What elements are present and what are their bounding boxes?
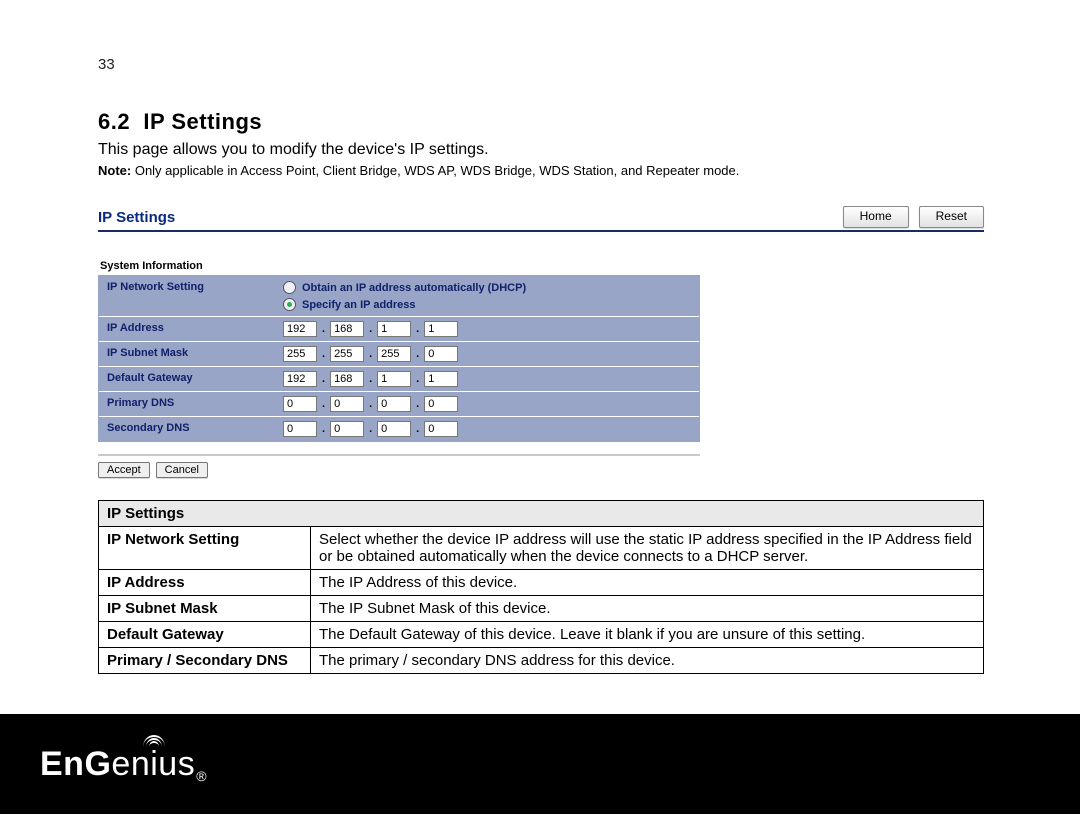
row-ip-network-setting: IP Network Setting Obtain an IP address … (99, 276, 699, 317)
section-heading: 6.2 IP Settings (98, 109, 984, 135)
ip-octet-input[interactable] (377, 396, 411, 412)
description-table: IP Settings IP Network Setting Select wh… (98, 500, 984, 674)
page-number: 33 (98, 56, 984, 73)
row-value: . . . (275, 342, 699, 366)
doc-val: The IP Subnet Mask of this device. (311, 596, 984, 622)
row-secondary-dns: Secondary DNS . . . (99, 417, 699, 441)
dot-separator: . (411, 398, 424, 410)
dot-separator: . (317, 373, 330, 385)
doc-val: The Default Gateway of this device. Leav… (311, 622, 984, 648)
brand-logo: EnGeni us® (40, 745, 207, 784)
section-number: 6.2 (98, 109, 130, 134)
radio-static[interactable]: Specify an IP address (283, 297, 691, 312)
radio-icon (283, 281, 296, 294)
ip-octet-input[interactable] (424, 346, 458, 362)
ip-octet-input[interactable] (283, 396, 317, 412)
radio-label: Specify an IP address (302, 299, 416, 311)
dot-separator: . (364, 323, 377, 335)
dot-separator: . (317, 323, 330, 335)
doc-key: IP Subnet Mask (99, 596, 311, 622)
dot-separator: . (364, 373, 377, 385)
section-lead: This page allows you to modify the devic… (98, 141, 984, 159)
action-bar: Accept Cancel (98, 454, 700, 478)
table-row: IP Subnet Mask The IP Subnet Mask of thi… (99, 596, 984, 622)
radio-icon (283, 298, 296, 311)
radio-label: Obtain an IP address automatically (DHCP… (302, 282, 526, 294)
row-label: Default Gateway (99, 367, 275, 391)
radio-dhcp[interactable]: Obtain an IP address automatically (DHCP… (283, 280, 691, 295)
doc-val: The IP Address of this device. (311, 570, 984, 596)
row-value: . . . (275, 417, 699, 441)
accept-button[interactable]: Accept (98, 462, 150, 478)
table-row: IP Address The IP Address of this device… (99, 570, 984, 596)
row-ip-address: IP Address . . . (99, 317, 699, 342)
row-label: IP Network Setting (99, 276, 275, 316)
doc-val: Select whether the device IP address wil… (311, 527, 984, 570)
ip-octet-input[interactable] (330, 421, 364, 437)
doc-val: The primary / secondary DNS address for … (311, 648, 984, 674)
row-label: IP Address (99, 317, 275, 341)
ip-octet-input[interactable] (377, 321, 411, 337)
ip-octet-input[interactable] (283, 371, 317, 387)
row-primary-dns: Primary DNS . . . (99, 392, 699, 417)
row-label: Secondary DNS (99, 417, 275, 441)
note-label: Note: (98, 163, 131, 178)
settings-grid: IP Network Setting Obtain an IP address … (98, 275, 700, 442)
doc-key: Primary / Secondary DNS (99, 648, 311, 674)
row-subnet-mask: IP Subnet Mask . . . (99, 342, 699, 367)
dot-separator: . (411, 348, 424, 360)
row-value: . . . (275, 367, 699, 391)
row-value: . . . (275, 317, 699, 341)
dot-separator: . (411, 323, 424, 335)
system-information-label: System Information (100, 260, 984, 272)
ip-octet-input[interactable] (424, 396, 458, 412)
dot-separator: . (364, 423, 377, 435)
table-row: Primary / Secondary DNS The primary / se… (99, 648, 984, 674)
doc-key: IP Network Setting (99, 527, 311, 570)
ip-octet-input[interactable] (377, 371, 411, 387)
row-value: Obtain an IP address automatically (DHCP… (275, 276, 699, 316)
ip-octet-input[interactable] (330, 346, 364, 362)
dot-separator: . (317, 398, 330, 410)
row-value: . . . (275, 392, 699, 416)
ip-octet-input[interactable] (283, 346, 317, 362)
panel-buttons: Home Reset (843, 206, 984, 228)
page-footer: EnGeni us® (0, 714, 1080, 814)
row-label: IP Subnet Mask (99, 342, 275, 366)
ip-octet-input[interactable] (330, 396, 364, 412)
ip-octet-input[interactable] (283, 421, 317, 437)
panel-title: IP Settings (98, 209, 175, 226)
ip-octet-input[interactable] (424, 371, 458, 387)
ip-octet-input[interactable] (330, 321, 364, 337)
dot-separator: . (364, 398, 377, 410)
doc-table-header: IP Settings (99, 501, 984, 527)
ip-settings-panel: IP Settings Home Reset System Informatio… (98, 204, 984, 478)
home-button[interactable]: Home (843, 206, 909, 228)
section-title-text: IP Settings (143, 109, 262, 134)
section-note: Note: Only applicable in Access Point, C… (98, 163, 984, 178)
dot-separator: . (411, 423, 424, 435)
cancel-button[interactable]: Cancel (156, 462, 208, 478)
reset-button[interactable]: Reset (919, 206, 984, 228)
ip-octet-input[interactable] (377, 421, 411, 437)
dot-separator: . (317, 348, 330, 360)
ip-octet-input[interactable] (424, 321, 458, 337)
ip-octet-input[interactable] (424, 421, 458, 437)
panel-header: IP Settings Home Reset (98, 204, 984, 232)
doc-key: Default Gateway (99, 622, 311, 648)
dot-separator: . (317, 423, 330, 435)
dot-separator: . (364, 348, 377, 360)
table-row: Default Gateway The Default Gateway of t… (99, 622, 984, 648)
ip-octet-input[interactable] (377, 346, 411, 362)
doc-key: IP Address (99, 570, 311, 596)
note-text: Only applicable in Access Point, Client … (131, 163, 739, 178)
ip-octet-input[interactable] (283, 321, 317, 337)
dot-separator: . (411, 373, 424, 385)
table-row: IP Network Setting Select whether the de… (99, 527, 984, 570)
ip-octet-input[interactable] (330, 371, 364, 387)
row-default-gateway: Default Gateway . . . (99, 367, 699, 392)
row-label: Primary DNS (99, 392, 275, 416)
